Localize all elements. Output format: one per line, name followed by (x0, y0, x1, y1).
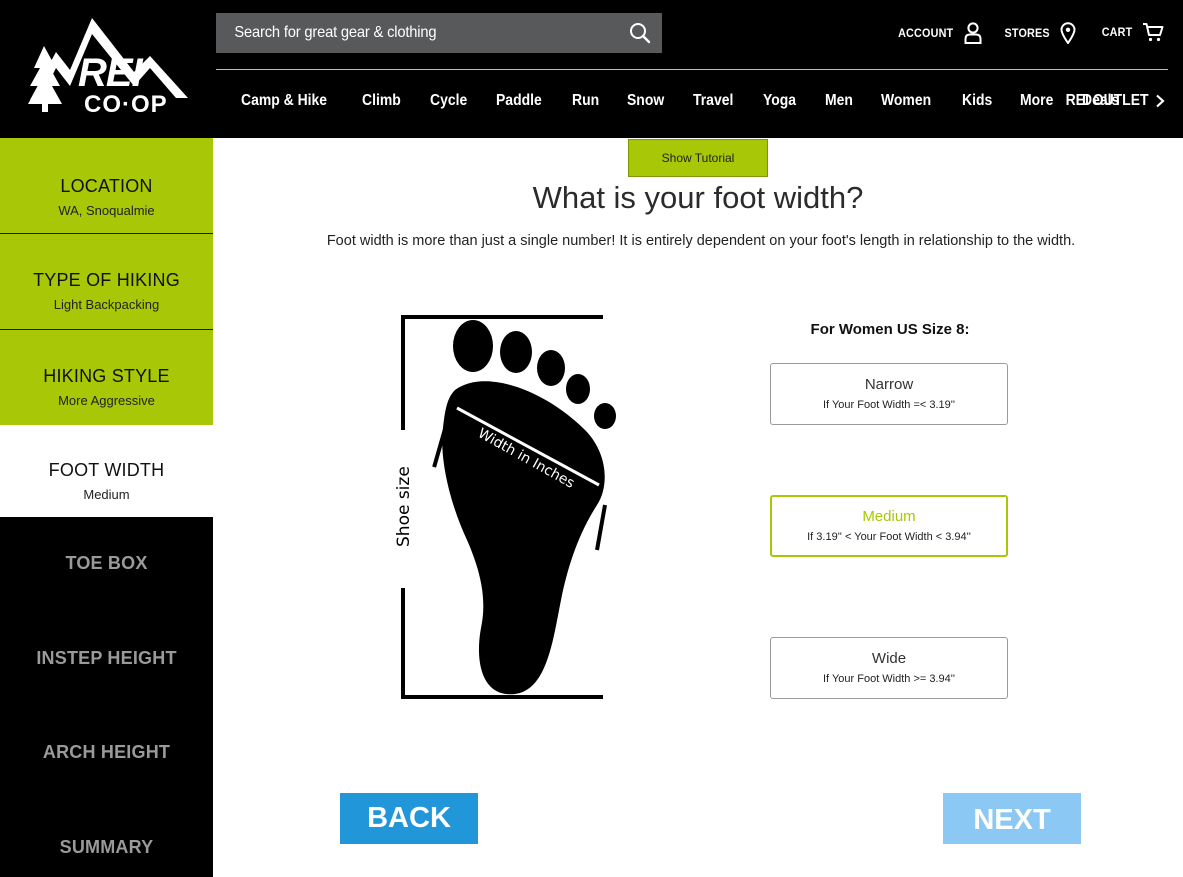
foot-diagram-icon: Shoe size Width in Inches (394, 315, 616, 699)
account-icon (964, 22, 982, 44)
step-foot-width[interactable]: FOOT WIDTH Medium (0, 425, 213, 517)
step-value: More Aggressive (58, 393, 155, 408)
main-nav: Camp & Hike Climb Cycle Paddle Run Snow … (216, 70, 1168, 132)
back-button[interactable]: BACK (340, 793, 478, 844)
step-type-of-hiking[interactable]: TYPE OF HIKING Light Backpacking (0, 234, 213, 329)
width-option-narrow[interactable]: Narrow If Your Foot Width =< 3.19'' (770, 363, 1008, 425)
question-heading: What is your foot width? (532, 180, 864, 215)
option-range: If Your Foot Width >= 3.94'' (822, 673, 955, 685)
step-value: Light Backpacking (53, 297, 160, 312)
option-name: Wide (871, 650, 907, 667)
svg-text:CO·OP: CO·OP (84, 91, 168, 116)
nav-yoga[interactable]: Yoga (763, 92, 796, 110)
nav-travel[interactable]: Travel (693, 92, 733, 110)
shoe-size-label: Shoe size (394, 466, 414, 547)
rei-outlet-link[interactable]: REI OUTLET (1061, 92, 1165, 110)
foot-width-app: REI CO·OP Search for great gear & clothi… (0, 0, 1183, 877)
question-description: Foot width is more than just a single nu… (326, 233, 1076, 249)
account-label: ACCOUNT (898, 26, 954, 40)
cart-label: CART (1101, 25, 1133, 39)
step-summary[interactable]: SUMMARY (0, 837, 213, 867)
size-label: For Women US Size 8: (810, 321, 970, 338)
step-title: INSTEP HEIGHT (36, 648, 177, 668)
rei-coop-logo[interactable]: REI CO·OP (26, 12, 190, 118)
show-tutorial-button[interactable]: Show Tutorial (628, 139, 768, 177)
nav-kids[interactable]: Kids (962, 92, 992, 110)
step-title: TOE BOX (65, 553, 148, 573)
width-option-wide[interactable]: Wide If Your Foot Width >= 3.94'' (770, 637, 1008, 699)
foot-width-diagram: Shoe size Width in Inches (385, 310, 625, 705)
nav-climb[interactable]: Climb (362, 92, 401, 110)
svg-text:REI: REI (78, 51, 144, 95)
search-button[interactable] (618, 13, 662, 53)
nav-snow[interactable]: Snow (627, 92, 664, 110)
next-button[interactable]: NEXT (943, 793, 1081, 844)
map-pin-icon (1060, 22, 1076, 44)
nav-run[interactable]: Run (572, 92, 599, 110)
search-input[interactable]: Search for great gear & clothing (216, 24, 586, 42)
option-range: If Your Foot Width =< 3.19'' (822, 399, 955, 411)
nav-cycle[interactable]: Cycle (430, 92, 467, 110)
step-value: Medium (83, 487, 130, 502)
step-title: SUMMARY (59, 837, 154, 857)
step-location[interactable]: LOCATION WA, Snoqualmie (0, 138, 213, 233)
option-range: If 3.19'' < Your Foot Width < 3.94'' (807, 531, 971, 543)
nav-men[interactable]: Men (825, 92, 853, 110)
search-bar[interactable]: Search for great gear & clothing (216, 13, 662, 53)
chevron-right-icon (1156, 94, 1165, 108)
site-header: REI CO·OP Search for great gear & clothi… (0, 0, 1183, 138)
step-title: TYPE OF HIKING (33, 270, 180, 290)
step-instep-height[interactable]: INSTEP HEIGHT (0, 648, 213, 678)
step-sidebar: LOCATION WA, Snoqualmie TYPE OF HIKING L… (0, 138, 213, 877)
nav-women[interactable]: Women (881, 92, 931, 110)
step-title: LOCATION (60, 176, 153, 196)
nav-camp-hike[interactable]: Camp & Hike (241, 92, 327, 110)
step-title: FOOT WIDTH (48, 460, 165, 480)
rei-logo-icon: REI CO·OP (28, 18, 188, 118)
nav-paddle[interactable]: Paddle (496, 92, 542, 110)
option-name: Medium (862, 508, 916, 525)
width-option-medium[interactable]: Medium If 3.19'' < Your Foot Width < 3.9… (770, 495, 1008, 557)
step-hiking-style[interactable]: HIKING STYLE More Aggressive (0, 330, 213, 425)
stores-link[interactable]: STORES (1002, 22, 1076, 44)
step-value: WA, Snoqualmie (58, 203, 155, 218)
account-link[interactable]: ACCOUNT (895, 22, 982, 44)
step-title: HIKING STYLE (43, 366, 170, 386)
search-icon (630, 23, 651, 44)
step-toe-box[interactable]: TOE BOX (0, 553, 213, 583)
step-arch-height[interactable]: ARCH HEIGHT (0, 742, 213, 772)
cart-icon (1143, 23, 1164, 42)
stores-label: STORES (1004, 26, 1050, 40)
cart-link[interactable]: CART (1100, 22, 1164, 42)
nav-more[interactable]: More (1020, 92, 1053, 110)
outlet-label: REI OUTLET (1065, 92, 1149, 109)
step-title: ARCH HEIGHT (42, 742, 171, 762)
option-name: Narrow (864, 376, 914, 393)
